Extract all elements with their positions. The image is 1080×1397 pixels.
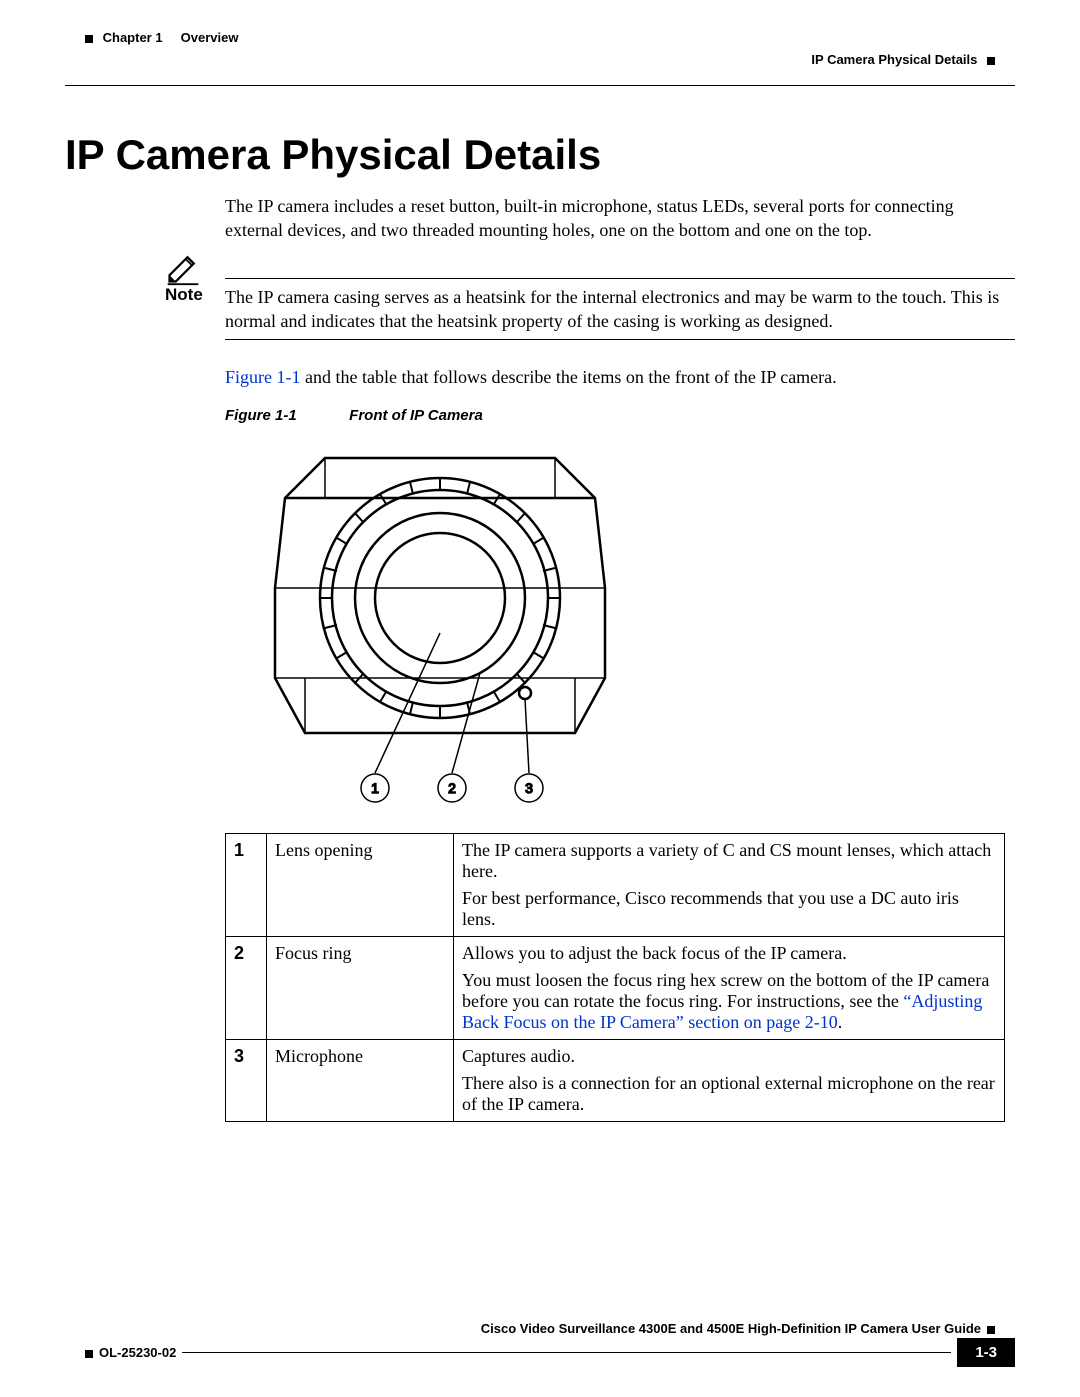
figure-ref-paragraph: Figure 1-1 and the table that follows de… (225, 365, 1015, 389)
row-name: Microphone (267, 1040, 454, 1122)
header-section-title: IP Camera Physical Details (811, 52, 977, 67)
note-text: The IP camera casing serves as a heatsin… (225, 285, 1015, 334)
page-header: Chapter 1 Overview IP Camera Physical De… (65, 30, 1015, 85)
camera-front-figure: 1 2 3 (225, 438, 655, 823)
footer-page-number: 1-3 (957, 1338, 1015, 1367)
figure-ref-rest: and the table that follows describe the … (301, 367, 837, 387)
header-rule (65, 85, 1015, 86)
header-chapter: Chapter 1 Overview (85, 30, 238, 45)
note-block: Note The IP camera casing serves as a he… (165, 278, 1015, 341)
footer-rule (182, 1352, 951, 1353)
note-rule-bottom (225, 339, 1015, 340)
callout-3: 3 (525, 780, 533, 796)
row-desc: The IP camera supports a variety of C an… (454, 834, 1005, 937)
row-name: Focus ring (267, 937, 454, 1040)
row-desc: Captures audio. There also is a connecti… (454, 1040, 1005, 1122)
parts-table: 1 Lens opening The IP camera supports a … (225, 833, 1005, 1122)
intro-paragraph: The IP camera includes a reset button, b… (225, 194, 1015, 243)
figure-ref-link[interactable]: Figure 1-1 (225, 367, 301, 387)
header-section: IP Camera Physical Details (811, 52, 995, 67)
page-footer: Cisco Video Surveillance 4300E and 4500E… (65, 1321, 1015, 1367)
note-rule-top (225, 278, 1015, 279)
figure-caption: Figure 1-1 Front of IP Camera (225, 407, 1015, 424)
figure-title: Front of IP Camera (349, 407, 483, 424)
row-num: 1 (226, 834, 267, 937)
table-row: 2 Focus ring Allows you to adjust the ba… (226, 937, 1005, 1040)
footer-doc-number: OL-25230-02 (65, 1345, 176, 1360)
row-num: 3 (226, 1040, 267, 1122)
row-name: Lens opening (267, 834, 454, 937)
figure-label: Figure 1-1 (225, 407, 345, 424)
row-num: 2 (226, 937, 267, 1040)
row-desc: Allows you to adjust the back focus of t… (454, 937, 1005, 1040)
page-title: IP Camera Physical Details (65, 131, 1015, 179)
page: Chapter 1 Overview IP Camera Physical De… (0, 0, 1080, 1397)
footer-book-title: Cisco Video Surveillance 4300E and 4500E… (65, 1321, 1015, 1336)
callout-1: 1 (371, 780, 379, 796)
header-chapter-label: Chapter 1 (103, 30, 163, 45)
callout-2: 2 (448, 780, 456, 796)
pencil-icon (165, 250, 201, 291)
table-row: 1 Lens opening The IP camera supports a … (226, 834, 1005, 937)
table-row: 3 Microphone Captures audio. There also … (226, 1040, 1005, 1122)
header-chapter-title: Overview (181, 30, 239, 45)
